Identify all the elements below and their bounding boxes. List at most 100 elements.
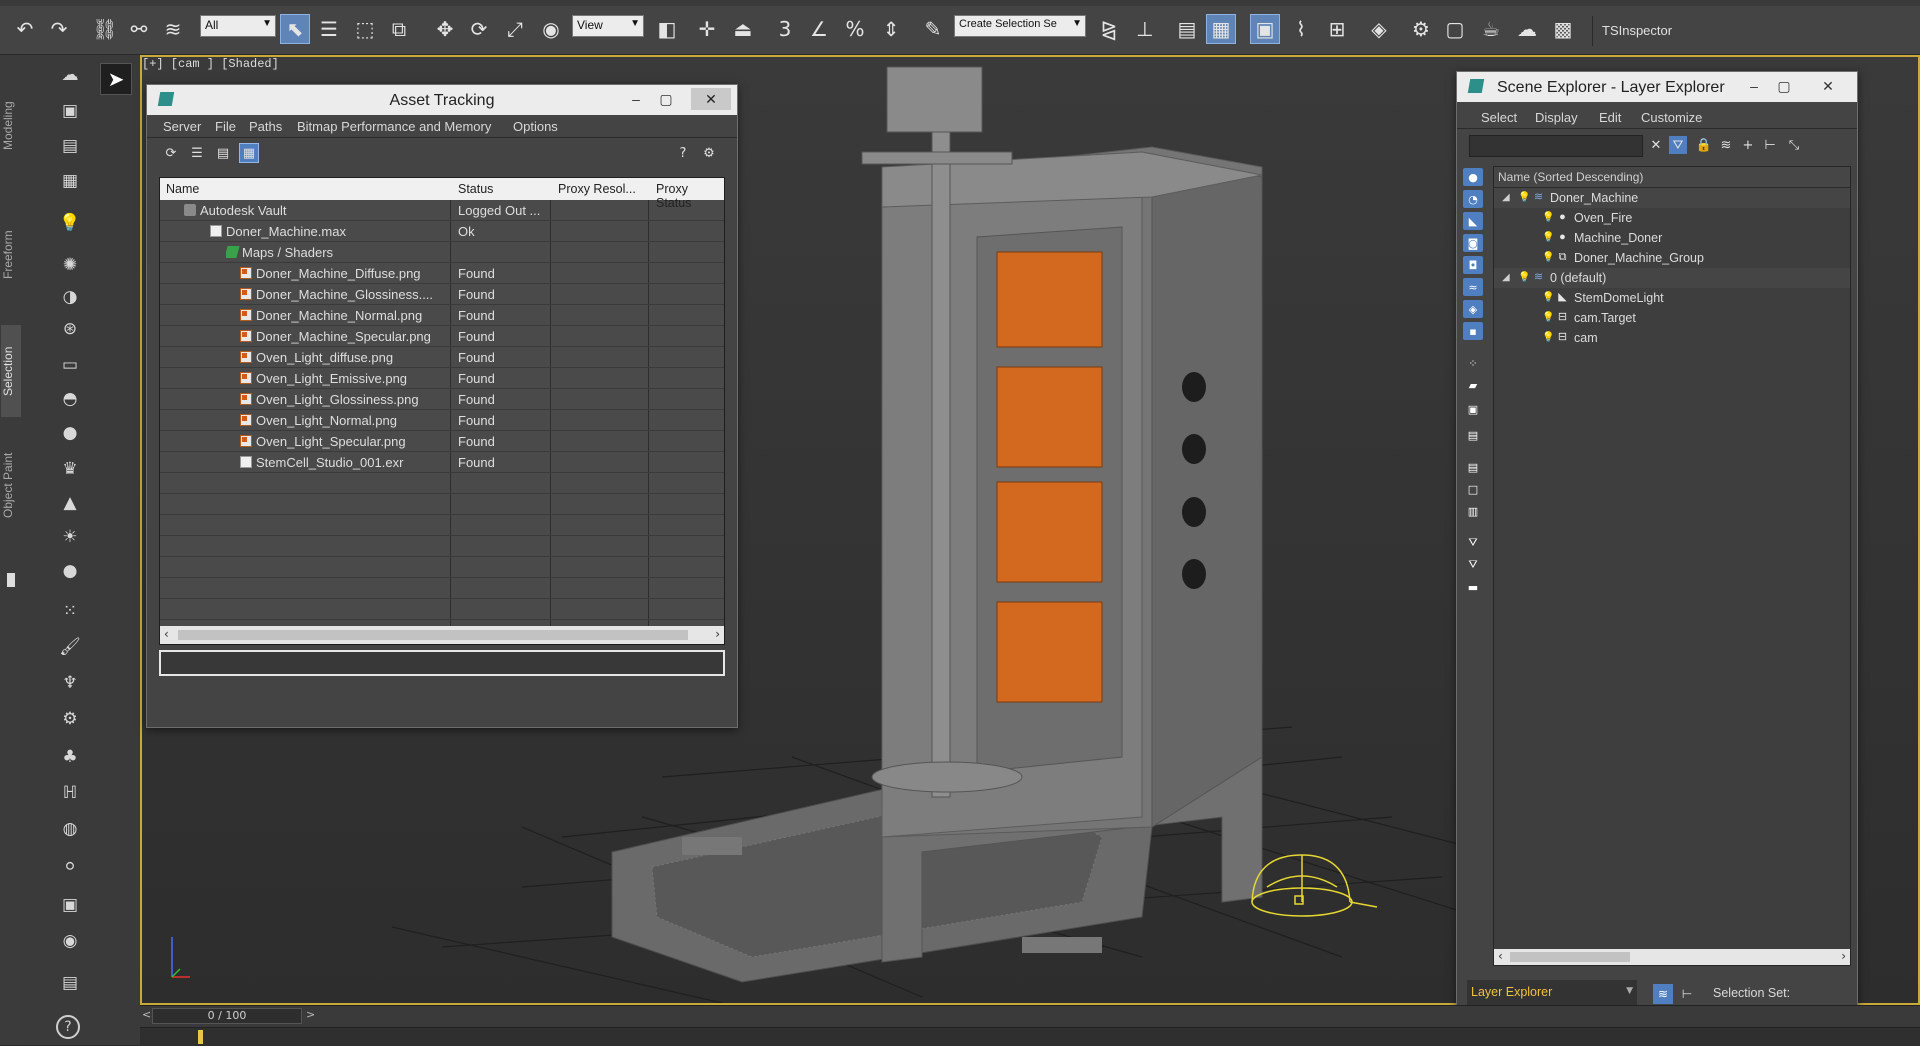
a360-gallery-icon[interactable]: ▩	[1548, 14, 1578, 44]
layers-icon[interactable]: ≋	[1717, 136, 1735, 154]
add-icon[interactable]: +	[1739, 136, 1757, 154]
film-icon[interactable]: ⊛	[56, 317, 84, 341]
settings-help-icon[interactable]: ⚙	[699, 143, 719, 163]
menu-options[interactable]: Options	[513, 119, 558, 134]
hierarchy-icon[interactable]: ▤	[56, 134, 84, 158]
table-row[interactable]: Oven_Light_Glossiness.png Found	[160, 389, 724, 410]
display-lights-icon[interactable]: ◣	[1463, 212, 1483, 230]
schematic-view-icon[interactable]: ⊞	[1322, 14, 1352, 44]
menu-edit[interactable]: Edit	[1599, 110, 1621, 125]
ribbon-expand-icon[interactable]	[7, 573, 15, 587]
track-bar[interactable]	[140, 1027, 1920, 1046]
column-proxy-resolution[interactable]: Proxy Resol...	[558, 182, 636, 196]
hierarchy-view-icon[interactable]: ⊢	[1677, 984, 1697, 1004]
particles-icon[interactable]: ⁙	[56, 599, 84, 623]
visibility-bulb-icon[interactable]: 💡	[1542, 331, 1554, 344]
object-row[interactable]: 💡 ◣ StemDomeLight	[1494, 288, 1850, 308]
display-bones-icon[interactable]: ▪	[1463, 322, 1483, 340]
column-name[interactable]: Name	[166, 182, 199, 196]
close-icon[interactable]: ✕	[691, 88, 731, 110]
display-containers-icon[interactable]: ▰	[1463, 376, 1483, 394]
filter-edit-icon[interactable]: ⛛	[1463, 556, 1483, 574]
display-groups-icon[interactable]: ◈	[1463, 300, 1483, 318]
menu-select[interactable]: Select	[1481, 110, 1517, 125]
visibility-bulb-icon[interactable]: 💡	[1542, 211, 1554, 224]
toggle-ribbon-icon[interactable]: ▣	[1250, 14, 1280, 44]
visibility-bulb-icon[interactable]: 💡	[1542, 231, 1554, 244]
white-sphere-icon[interactable]: ⚪	[56, 855, 84, 879]
visibility-bulb-icon[interactable]: 💡	[1542, 291, 1554, 304]
menu-server[interactable]: Server	[163, 119, 201, 134]
bind-space-warp-icon[interactable]: ≋	[158, 14, 188, 44]
display-spacewarps-icon[interactable]: ≈	[1463, 278, 1483, 296]
timeline-prev-icon[interactable]: <	[142, 1008, 151, 1021]
asset-path-input[interactable]	[159, 650, 725, 676]
help-icon[interactable]: ?	[56, 1015, 80, 1039]
display-shapes-icon[interactable]: ◔	[1463, 190, 1483, 208]
mirror-icon[interactable]: ⧎	[1094, 14, 1124, 44]
material-editor-icon[interactable]: ◈	[1364, 14, 1394, 44]
scroll-left-icon[interactable]: ‹	[164, 627, 169, 641]
gear-icon[interactable]: ⚙	[56, 707, 84, 731]
column-status[interactable]: Status	[458, 182, 493, 196]
visibility-bulb-icon[interactable]: 💡	[1518, 271, 1530, 284]
snap-toggle-icon[interactable]: 3	[770, 14, 800, 44]
list-view-icon[interactable]: ☰	[187, 143, 207, 163]
plant-icon[interactable]: ♣	[56, 745, 84, 769]
redo-icon[interactable]: ↷	[44, 14, 74, 44]
tsinspector-label[interactable]: TSInspector	[1602, 23, 1672, 38]
tree-horizontal-scrollbar[interactable]: ‹ ›	[1494, 949, 1850, 965]
modify-icon[interactable]: ▣	[56, 99, 84, 123]
visibility-bulb-icon[interactable]: 💡	[1542, 251, 1554, 264]
hair-icon[interactable]: ♆	[56, 671, 84, 695]
named-selection-dropdown[interactable]: Create Selection Se ▼	[954, 15, 1086, 37]
blue-sphere-icon[interactable]: ◉	[56, 929, 84, 953]
keyboard-shortcut-override-icon[interactable]: ⏏	[728, 14, 758, 44]
filter-funnel-icon[interactable]: ⛛	[1463, 534, 1483, 552]
create-icon[interactable]: ☁	[56, 63, 84, 87]
link-icon[interactable]: ⛓	[90, 14, 120, 44]
object-row[interactable]: 💡 ⧉ Doner_Machine_Group	[1494, 248, 1850, 268]
place-icon[interactable]: ◉	[536, 14, 566, 44]
edit-named-selection-icon[interactable]: ✎	[918, 14, 948, 44]
curve-editor-icon[interactable]: ⌇	[1286, 14, 1316, 44]
angle-snap-icon[interactable]: ∠	[804, 14, 834, 44]
asset-tracking-titlebar[interactable]: Asset Tracking – ▢ ✕	[147, 85, 737, 115]
thumbnail-view-icon[interactable]: ▤	[213, 143, 233, 163]
scroll-right-icon[interactable]: ›	[715, 627, 720, 641]
select-children-icon[interactable]: ⤡	[1785, 136, 1803, 154]
table-row[interactable]: Oven_Light_diffuse.png Found	[160, 347, 724, 368]
render-setup-icon[interactable]: ⚙	[1406, 14, 1436, 44]
maximize-icon[interactable]: ▢	[655, 88, 677, 110]
layer-view-icon[interactable]: ≋	[1653, 984, 1673, 1004]
table-row[interactable]: StemCell_Studio_001.exr Found	[160, 452, 724, 473]
menu-file[interactable]: File	[215, 119, 236, 134]
reference-coordinate-dropdown[interactable]: View ▼	[572, 15, 644, 37]
toggle-scene-explorer-icon[interactable]: ▤	[1172, 14, 1202, 44]
object-row[interactable]: 💡 ⊟ cam	[1494, 328, 1850, 348]
visibility-bulb-icon[interactable]: 💡	[1518, 191, 1530, 204]
expand-triangle-icon[interactable]: ◢	[1502, 192, 1510, 203]
object-row[interactable]: 💡 ● Oven_Fire	[1494, 208, 1850, 228]
scroll-left-icon[interactable]: ‹	[1498, 949, 1503, 963]
ribbon-tab-freeform[interactable]: Freeform	[1, 205, 21, 305]
ribbon-tab-modeling[interactable]: Modeling	[1, 71, 21, 181]
display-cameras-icon[interactable]: ◙	[1463, 234, 1483, 252]
filter-remove-icon[interactable]: ▬	[1463, 578, 1483, 596]
table-view-icon[interactable]: ▦	[239, 143, 259, 163]
unlink-icon[interactable]: ⚯	[124, 14, 154, 44]
camera-icon[interactable]: ✺	[56, 253, 84, 277]
table-row[interactable]: Doner_Machine_Normal.png Found	[160, 305, 724, 326]
selection-filter-dropdown[interactable]: All ▼	[200, 15, 276, 37]
omni-light-icon[interactable]: ●	[56, 559, 84, 583]
table-row[interactable]: Oven_Light_Emissive.png Found	[160, 368, 724, 389]
minimize-icon[interactable]: –	[625, 88, 647, 110]
pivot-center-icon[interactable]: ◧	[652, 14, 682, 44]
lock-icon[interactable]: 🔒	[1695, 136, 1713, 154]
render-production-icon[interactable]: ☕	[1476, 14, 1506, 44]
display-none-icon[interactable]: □	[1463, 480, 1483, 498]
light-bulb-icon[interactable]: 💡	[56, 211, 84, 235]
layer-row[interactable]: ◢ 💡 ≋ 0 (default)	[1494, 268, 1850, 288]
toggle-layer-explorer-icon[interactable]: ▦	[1206, 14, 1236, 44]
cone-icon[interactable]: ▲	[56, 491, 84, 515]
